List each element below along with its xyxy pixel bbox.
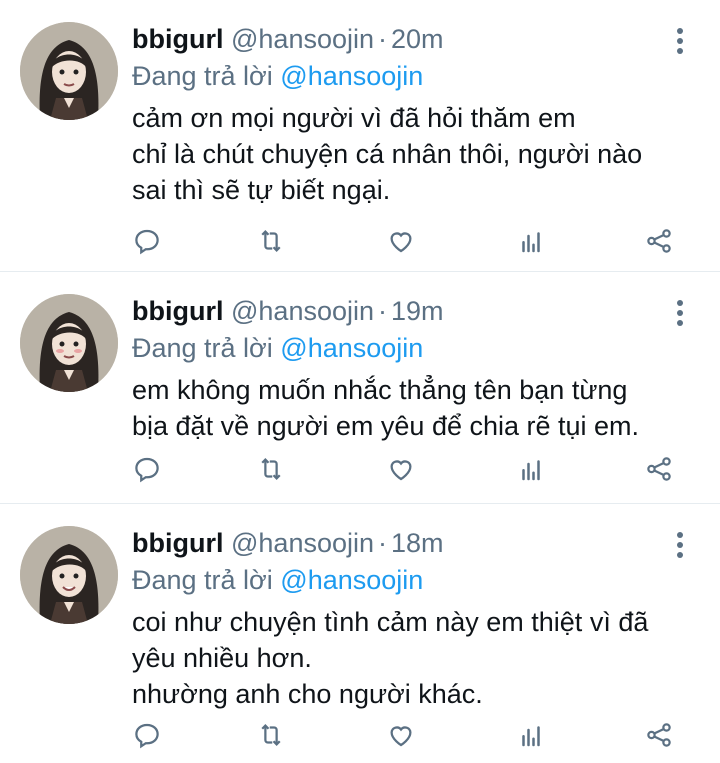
tweet-text: em không muốn nhắc thẳng tên bạn từng bị… [132,375,640,441]
more-vertical-icon[interactable] [670,28,690,58]
separator-dot: · [378,528,388,558]
tweet-header: bbigurl @hansoojin · 20m [132,20,660,58]
avatar[interactable] [20,22,118,120]
avatar[interactable] [20,294,118,392]
tweet[interactable]: bbigurl @hansoojin · 18m Đang trả lời @han… [0,504,720,763]
tweet[interactable]: bbigurl @hansoojin · 20m Đang trả lời @han… [0,0,720,272]
tweet-content: bbigurl @hansoojin · 20m Đang trả lời @han… [132,20,660,208]
tweet-content: bbigurl @hansoojin · 19m Đang trả lời @han… [132,292,660,444]
replying-to: Đang trả lời @hansoojin [132,330,660,366]
tweet-text: coi như chuyện tình cảm này em thiệt vì … [132,607,649,709]
user-handle[interactable]: @hansoojin [231,296,374,326]
replying-to: Đang trả lời @hansoojin [132,58,660,94]
mention-link[interactable]: @hansoojin [280,565,423,595]
replying-to: Đang trả lời @hansoojin [132,562,660,598]
more-vertical-icon[interactable] [670,300,690,330]
display-name[interactable]: bbigurl [132,24,223,54]
mention-link[interactable]: @hansoojin [280,333,423,363]
avatar[interactable] [20,526,118,624]
display-name[interactable]: bbigurl [132,528,223,558]
timestamp[interactable]: 18m [391,528,444,558]
mention-link[interactable]: @hansoojin [280,61,423,91]
user-handle[interactable]: @hansoojin [231,528,374,558]
display-name[interactable]: bbigurl [132,296,223,326]
tweet-header: bbigurl @hansoojin · 19m [132,292,660,330]
separator-dot: · [378,24,388,54]
tweet-feed: bbigurl @hansoojin · 20m Đang trả lời @han… [0,0,720,763]
timestamp[interactable]: 20m [391,24,444,54]
tweet-content: bbigurl @hansoojin · 18m Đang trả lời @han… [132,524,660,712]
tweet[interactable]: bbigurl @hansoojin · 19m Đang trả lời @han… [0,272,720,504]
user-handle[interactable]: @hansoojin [231,24,374,54]
tweet-text: cảm ơn mọi người vì đã hỏi thăm em chỉ l… [132,103,643,205]
separator-dot: · [378,296,388,326]
replying-to-label: Đang trả lời [132,333,273,363]
timestamp[interactable]: 19m [391,296,444,326]
replying-to-label: Đang trả lời [132,61,273,91]
tweet-header: bbigurl @hansoojin · 18m [132,524,660,562]
more-vertical-icon[interactable] [670,532,690,562]
replying-to-label: Đang trả lời [132,565,273,595]
